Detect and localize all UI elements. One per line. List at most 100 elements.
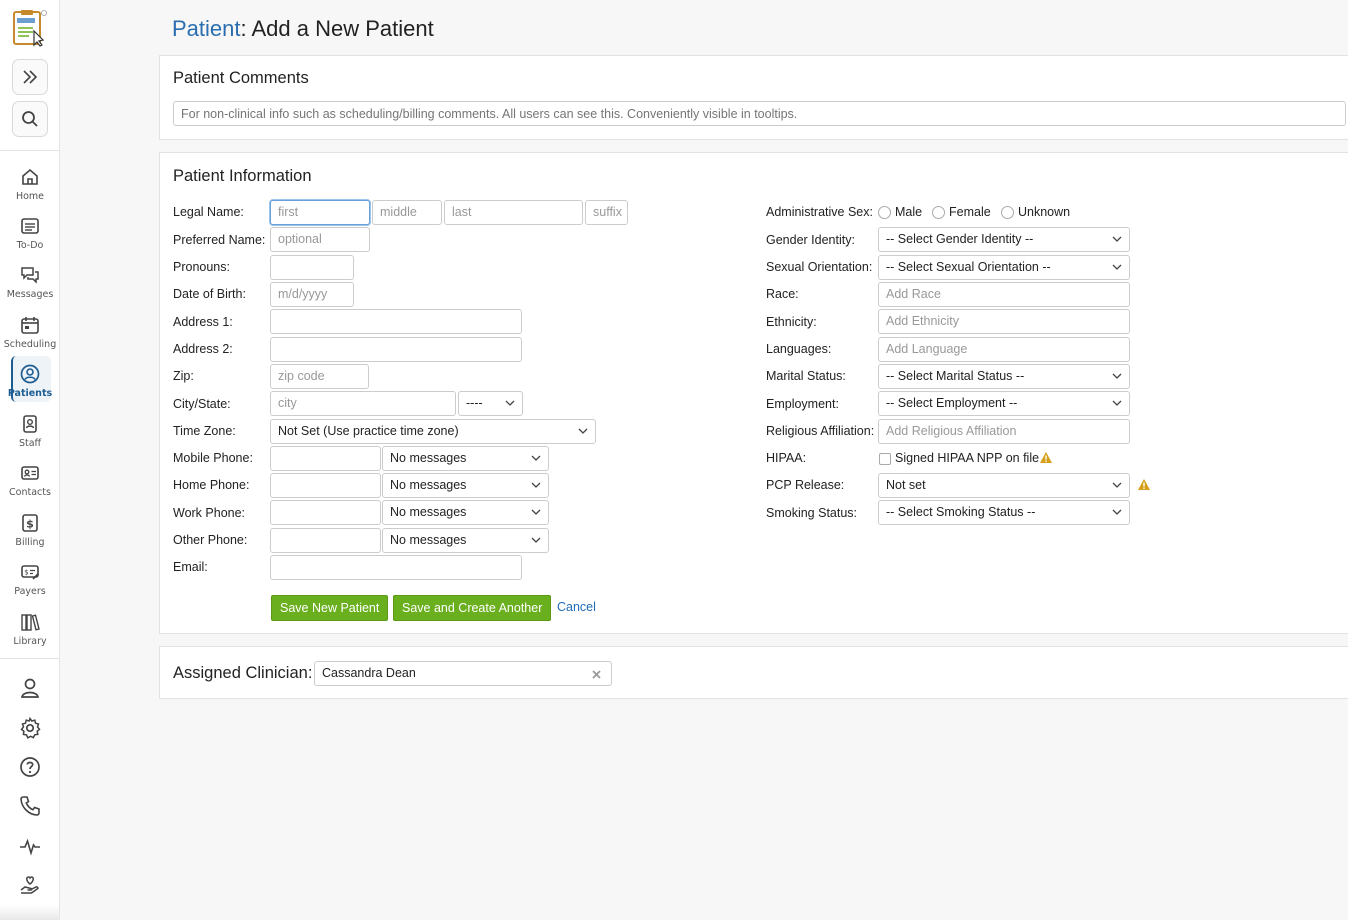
sex-unknown-radio[interactable] xyxy=(1001,206,1014,219)
clear-icon[interactable] xyxy=(592,670,601,679)
sex-female-radio[interactable] xyxy=(932,206,945,219)
other-phone-input[interactable] xyxy=(270,528,381,553)
mobile-phone-input[interactable] xyxy=(270,446,381,471)
work-phone-input[interactable] xyxy=(270,500,381,525)
religious-affiliation-input[interactable]: Add Religious Affiliation xyxy=(878,419,1130,444)
list-icon xyxy=(21,218,39,234)
marital-status-label: Marital Status: xyxy=(766,369,846,383)
nav-scheduling[interactable]: Scheduling xyxy=(0,313,60,359)
time-zone-select-value: Not Set (Use practice time zone) xyxy=(278,424,459,438)
nav-messages[interactable]: Messages xyxy=(0,263,60,309)
messages-icon xyxy=(21,267,39,284)
preferred-name-input[interactable]: optional xyxy=(270,227,370,252)
care-hand-icon[interactable] xyxy=(18,873,42,897)
hipaa-checkbox[interactable] xyxy=(879,453,891,465)
city-input[interactable]: city xyxy=(270,391,456,416)
smoking-status-select[interactable]: -- Select Smoking Status -- xyxy=(878,500,1130,525)
sex-male-label: Male xyxy=(895,205,923,219)
cancel-link[interactable]: Cancel xyxy=(557,600,596,614)
save-and-create-another-button[interactable]: Save and Create Another xyxy=(393,595,552,621)
search-button[interactable] xyxy=(12,101,48,137)
nav-label-todo: To-Do xyxy=(16,240,44,251)
chevron-down-icon xyxy=(1112,264,1122,270)
expand-sidebar-button[interactable] xyxy=(12,59,48,95)
gear-icon[interactable] xyxy=(18,716,42,740)
work-phone-messages-select[interactable]: No messages xyxy=(382,500,549,525)
page-title-patient-link[interactable]: Patient xyxy=(172,16,241,41)
middle-name-input[interactable]: middle xyxy=(372,200,442,225)
chevron-down-icon xyxy=(1112,400,1122,406)
account-icon[interactable] xyxy=(18,676,42,700)
gender-identity-select[interactable]: -- Select Gender Identity -- xyxy=(878,227,1130,252)
warning-icon xyxy=(1138,479,1150,490)
hipaa-label: HIPAA: xyxy=(766,451,807,465)
address1-input[interactable] xyxy=(270,309,522,334)
race-input[interactable]: Add Race xyxy=(878,282,1130,307)
phone-icon[interactable] xyxy=(18,794,42,818)
nav-home[interactable]: Home xyxy=(0,165,60,211)
sidebar-divider xyxy=(0,658,60,659)
mobile-phone-messages-select[interactable]: No messages xyxy=(382,446,549,471)
time-zone-label: Time Zone: xyxy=(173,424,236,438)
badge-icon xyxy=(23,415,37,433)
employment-select[interactable]: -- Select Employment -- xyxy=(878,391,1130,416)
mobile-phone-messages-value: No messages xyxy=(390,451,467,465)
address2-input[interactable] xyxy=(270,337,522,362)
zip-label: Zip: xyxy=(173,369,194,383)
nav-contacts[interactable]: Contacts xyxy=(0,461,60,507)
help-icon[interactable] xyxy=(18,755,42,779)
employment-label: Employment: xyxy=(766,397,839,411)
nav-label-home: Home xyxy=(15,191,45,202)
administrative-sex-label: Administrative Sex: xyxy=(766,205,873,219)
zip-input[interactable]: zip code xyxy=(270,364,369,389)
save-new-patient-button[interactable]: Save New Patient xyxy=(271,595,389,621)
chevron-down-icon xyxy=(531,537,541,543)
marital-status-select[interactable]: -- Select Marital Status -- xyxy=(878,364,1130,389)
last-name-input[interactable]: last xyxy=(444,200,583,225)
legal-name-label: Legal Name: xyxy=(173,205,244,219)
marital-status-value: -- Select Marital Status -- xyxy=(886,369,1025,383)
other-phone-messages-select[interactable]: No messages xyxy=(382,528,549,553)
email-input[interactable] xyxy=(270,555,522,580)
svg-text:$: $ xyxy=(24,569,28,577)
nav-payers[interactable]: $ Payers xyxy=(0,560,60,606)
suffix-input[interactable]: suffix xyxy=(585,200,628,225)
dob-input[interactable]: m/d/yyyy xyxy=(270,282,354,307)
race-label: Race: xyxy=(766,287,799,301)
app-logo[interactable] xyxy=(13,9,47,47)
sexual-orientation-select[interactable]: -- Select Sexual Orientation -- xyxy=(878,255,1130,280)
books-icon xyxy=(21,614,40,631)
assigned-clinician-card: Assigned Clinician: Cassandra Dean xyxy=(159,646,1348,699)
chevron-down-icon xyxy=(1112,482,1122,488)
languages-input[interactable]: Add Language xyxy=(878,337,1130,362)
pronouns-input[interactable] xyxy=(270,255,354,280)
nav-label-messages: Messages xyxy=(6,289,54,300)
home-phone-input[interactable] xyxy=(270,473,381,498)
patient-comments-input[interactable] xyxy=(173,101,1346,126)
work-phone-label: Work Phone: xyxy=(173,506,246,520)
chevron-down-icon xyxy=(1112,509,1122,515)
sidebar-divider xyxy=(0,150,60,151)
chevron-down-icon xyxy=(1112,236,1122,242)
nav-todo[interactable]: To-Do xyxy=(0,214,60,260)
pcp-release-value: Not set xyxy=(886,478,926,492)
sex-unknown-label: Unknown xyxy=(1018,205,1071,219)
assigned-clinician-select[interactable]: Cassandra Dean xyxy=(314,661,612,686)
page-title-text: : Add a New Patient xyxy=(240,16,434,41)
nav-staff[interactable]: Staff xyxy=(0,412,60,458)
sex-male-radio[interactable] xyxy=(878,206,891,219)
nav-label-patients: Patients xyxy=(7,388,53,399)
nav-billing[interactable]: $ Billing xyxy=(0,511,60,557)
home-phone-messages-select[interactable]: No messages xyxy=(382,473,549,498)
ethnicity-input[interactable]: Add Ethnicity xyxy=(878,309,1130,334)
state-select[interactable]: ---- xyxy=(458,391,523,416)
payer-icon: $ xyxy=(21,565,39,580)
nav-library[interactable]: Library xyxy=(0,610,60,656)
nav-patients[interactable]: Patients xyxy=(0,356,60,408)
time-zone-select[interactable]: Not Set (Use practice time zone) xyxy=(270,419,596,444)
activity-icon[interactable] xyxy=(18,834,42,858)
pcp-release-select[interactable]: Not set xyxy=(878,473,1130,498)
state-select-value: ---- xyxy=(466,396,483,410)
first-name-input[interactable]: first xyxy=(270,200,370,225)
calendar-icon xyxy=(21,317,39,334)
